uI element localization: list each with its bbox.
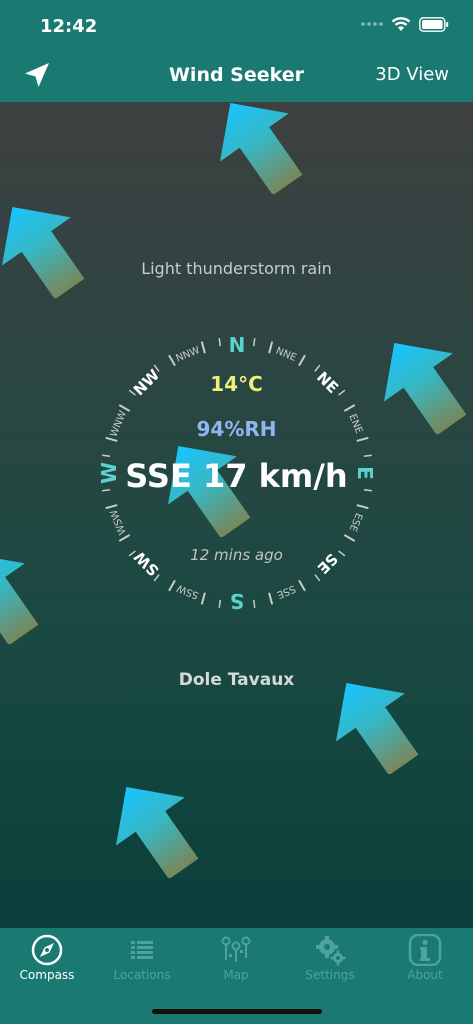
compass-tick bbox=[252, 599, 256, 608]
tab-label: Settings bbox=[305, 968, 355, 982]
compass-label: ESE bbox=[347, 511, 364, 533]
compass-tick bbox=[343, 534, 356, 542]
compass-label: SSW bbox=[175, 582, 200, 601]
compass-tick bbox=[298, 579, 306, 592]
tab-settings[interactable]: Settings bbox=[283, 928, 377, 990]
wind-reading: SSE 17 km/h bbox=[125, 457, 348, 495]
compass-icon bbox=[31, 934, 63, 966]
weather-description: Light thunderstorm rain bbox=[141, 259, 332, 278]
compass-tick bbox=[314, 574, 321, 582]
navigation-arrow-icon[interactable] bbox=[22, 60, 52, 90]
tab-label: Map bbox=[223, 968, 249, 982]
compass-label: NNW bbox=[174, 345, 201, 365]
compass-tick bbox=[168, 579, 176, 592]
map-pins-icon bbox=[221, 936, 251, 962]
tab-locations[interactable]: Locations bbox=[95, 928, 189, 990]
status-time: 12:42 bbox=[40, 16, 98, 37]
compass-tick bbox=[356, 504, 369, 510]
updated-time: 12 mins ago bbox=[190, 546, 283, 564]
compass-tick bbox=[218, 599, 222, 608]
wind-arrow-icon bbox=[116, 787, 199, 878]
compass-tick bbox=[105, 504, 118, 510]
compass-view: Light thunderstorm rain N E S W NE SE SW NW NNE E… bbox=[0, 102, 473, 928]
compass-tick bbox=[268, 592, 274, 605]
tab-compass[interactable]: Compass bbox=[0, 928, 94, 990]
location-name: Dole Tavaux bbox=[178, 670, 295, 690]
compass-tick bbox=[252, 338, 256, 347]
compass-tick bbox=[343, 404, 356, 412]
compass-tick bbox=[168, 354, 176, 367]
tab-label: About bbox=[407, 968, 443, 982]
compass-label: S bbox=[230, 589, 244, 613]
status-bar: 12:42 bbox=[0, 0, 473, 50]
home-indicator bbox=[152, 1009, 322, 1014]
list-icon bbox=[131, 941, 153, 959]
compass-tick bbox=[314, 364, 321, 372]
compass-label: SSE bbox=[275, 583, 297, 600]
tab-label: Compass bbox=[19, 968, 75, 982]
humidity: 94%RH bbox=[196, 417, 277, 441]
signal-icon bbox=[361, 22, 383, 26]
status-icons bbox=[361, 16, 449, 32]
wind-arrow-icon bbox=[220, 103, 303, 194]
3d-view-button[interactable]: 3D View bbox=[375, 64, 449, 85]
nav-bar: Wind Seeker 3D View bbox=[0, 50, 473, 102]
gears-icon bbox=[316, 936, 346, 966]
compass-tick bbox=[268, 341, 274, 354]
battery-icon bbox=[419, 16, 449, 32]
tab-label: Locations bbox=[113, 968, 171, 982]
compass-tick bbox=[200, 341, 206, 354]
info-icon bbox=[408, 934, 442, 966]
compass-label: NNE bbox=[274, 346, 298, 364]
compass-tick bbox=[200, 592, 206, 605]
wifi-icon bbox=[391, 17, 411, 31]
tab-map[interactable]: Map bbox=[189, 928, 283, 990]
compass-tick bbox=[298, 354, 306, 367]
tab-about[interactable]: About bbox=[378, 928, 472, 990]
compass-tick bbox=[218, 338, 222, 347]
compass-label: N bbox=[229, 333, 246, 357]
wind-arrow-icon bbox=[2, 207, 85, 298]
compass-label: WSW bbox=[109, 508, 129, 536]
temperature: 14°C bbox=[210, 372, 263, 396]
